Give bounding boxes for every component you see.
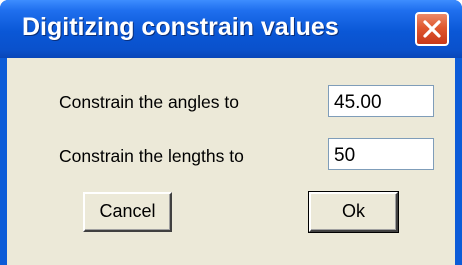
angles-input[interactable]: [328, 85, 434, 117]
window-title: Digitizing constrain values: [22, 13, 339, 41]
cancel-button[interactable]: Cancel: [83, 192, 172, 232]
lengths-label: Constrain the lengths to: [59, 146, 244, 166]
dialog-body: Constrain the angles to Constrain the le…: [7, 58, 455, 265]
dialog-window: Digitizing constrain values Constrain th…: [0, 0, 462, 265]
angles-label: Constrain the angles to: [59, 92, 239, 112]
ok-button[interactable]: Ok: [308, 191, 399, 233]
title-bar[interactable]: Digitizing constrain values: [0, 0, 462, 58]
close-icon: [423, 20, 441, 38]
lengths-input[interactable]: [328, 138, 434, 170]
close-button[interactable]: [415, 12, 449, 46]
